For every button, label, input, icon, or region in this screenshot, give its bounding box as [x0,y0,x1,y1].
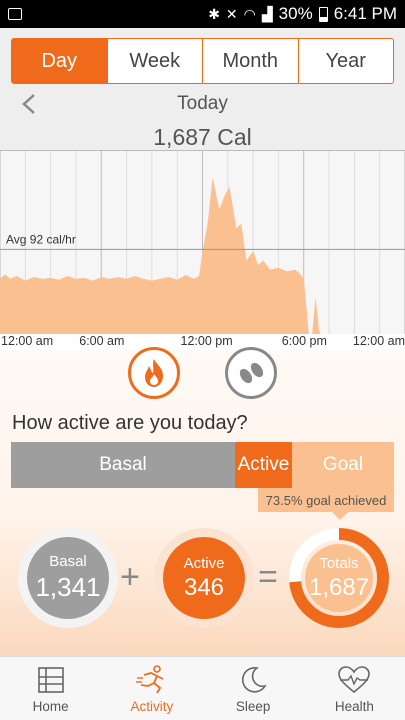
battery-icon [318,6,328,22]
home-icon [37,667,64,693]
mute-icon: ✕ [225,6,238,22]
nav-health[interactable]: Health [304,657,405,720]
totals-circle: Totals 1,687 [287,526,391,630]
active-value: 346 [183,573,225,601]
active-title: Active [183,554,225,572]
calorie-chart: Avg 92 cal/hr [0,150,405,334]
x-axis-labels: 12:00 am 6:00 am 12:00 pm 6:00 pm 12:00 am [0,332,405,350]
footprints-icon [239,362,264,384]
tab-week[interactable]: Week [106,39,203,83]
bluetooth-icon: ✱ [208,6,220,22]
plus-sign: + [120,558,140,596]
x-tick-label: 12:00 am [352,334,405,348]
steps-mode-button[interactable] [225,347,277,399]
tab-month[interactable]: Month [202,39,298,83]
x-tick-label: 12:00 am [1,334,54,348]
flame-icon [145,359,163,387]
nav-health-label: Health [334,699,374,714]
activity-panel: How active are you today? Basal Active G… [0,347,405,656]
status-bar: ✱ ✕ ◠ ▟ 30% 6:41 PM [0,0,405,28]
date-label: Today [177,93,228,114]
totals-title: Totals [319,554,359,572]
moon-icon [242,666,267,693]
nav-home-label: Home [32,699,69,714]
basal-value: 1,341 [35,572,101,602]
calories-mode-button[interactable] [128,347,180,399]
bottom-nav: Home Activity Sleep Health [0,656,405,720]
activity-question: How active are you today? [12,412,248,434]
x-tick-label: 12:00 pm [180,334,233,348]
tab-year[interactable]: Year [297,39,394,83]
nav-sleep[interactable]: Sleep [203,657,304,720]
nav-activity-label: Activity [130,699,174,714]
period-tabs: Day Week Month Year [11,38,394,84]
bar-basal: Basal [11,442,235,488]
active-circle: Active 346 [154,528,254,628]
totals-value: 1,687 [308,573,370,601]
tab-day[interactable]: Day [12,39,107,83]
gallery-icon [8,8,22,20]
nav-home[interactable]: Home [0,657,101,720]
goal-achieved-tooltip: 73.5% goal achieved [258,488,394,520]
average-label: Avg 92 cal/hr [6,232,76,246]
basal-circle: Basal 1,341 [18,528,118,628]
running-icon [135,665,164,694]
equals-sign: = [258,558,278,596]
bar-active: Active [235,442,292,488]
battery-percent: 30% [278,4,313,23]
bar-goal: Goal [292,442,394,488]
clock: 6:41 PM [333,4,397,23]
x-tick-label: 6:00 am [79,334,125,348]
heart-pulse-icon [338,666,371,694]
total-calories: 1,687 Cal [153,124,252,150]
signal-icon: ▟ [261,6,273,22]
basal-title: Basal [49,553,87,570]
nav-activity[interactable]: Activity [101,657,202,720]
x-tick-label: 6:00 pm [281,334,327,348]
wifi-icon: ◠ [243,6,256,22]
nav-sleep-label: Sleep [235,699,271,714]
activity-bar: Basal Active Goal [11,442,394,488]
